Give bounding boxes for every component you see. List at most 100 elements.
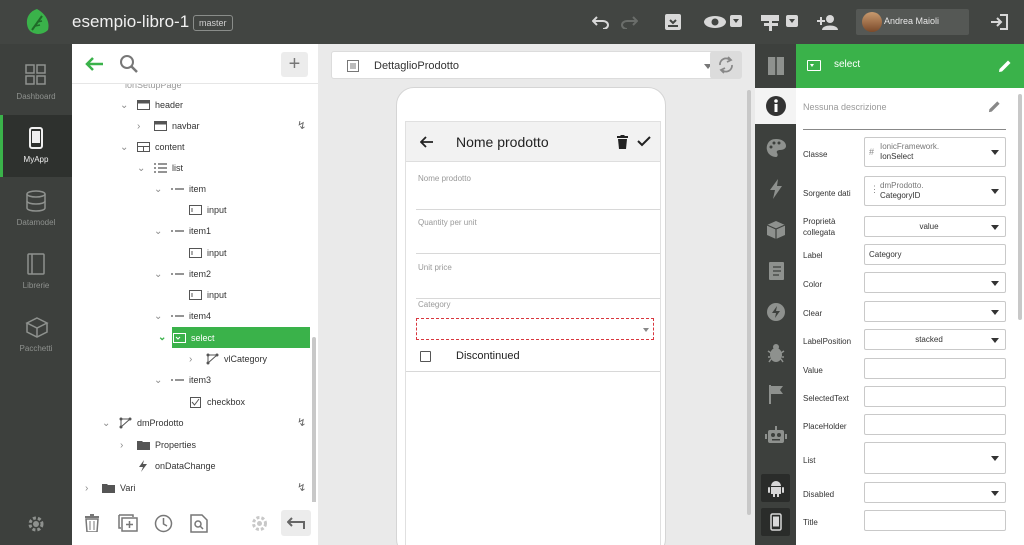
- tab-notes[interactable]: [755, 253, 796, 289]
- placeholder-input[interactable]: [864, 414, 1006, 435]
- tab-transitions[interactable]: [755, 294, 796, 330]
- designer-scrollbar[interactable]: [747, 90, 751, 515]
- nav-pacchetti[interactable]: Pacchetti: [0, 304, 72, 366]
- disabled-select[interactable]: [864, 482, 1006, 503]
- preview-dropdown-icon[interactable]: [730, 15, 742, 27]
- settings-gear-icon[interactable]: [26, 514, 46, 534]
- refresh-button[interactable]: [710, 51, 742, 79]
- add-item-icon[interactable]: [118, 514, 138, 532]
- deploy-signpost-icon[interactable]: [759, 11, 783, 33]
- settings-gear-icon[interactable]: [250, 514, 269, 533]
- preview-eye-icon[interactable]: [702, 11, 728, 33]
- tab-info[interactable]: [755, 88, 796, 124]
- tree-row-vlcategory[interactable]: › vlCategory: [189, 349, 267, 369]
- chevron-down-icon[interactable]: ⌄: [158, 332, 168, 343]
- chevron-down-icon[interactable]: ⌄: [154, 226, 164, 237]
- tree-row-vari[interactable]: › Vari: [85, 478, 135, 498]
- tree-row-checkbox[interactable]: checkbox: [172, 392, 245, 412]
- discontinued-row[interactable]: Discontinued: [406, 342, 660, 372]
- event-bolt-icon[interactable]: ↯: [297, 416, 306, 429]
- tree-row-input[interactable]: input: [172, 285, 227, 305]
- chevron-right-icon[interactable]: ›: [189, 354, 199, 365]
- description-placeholder[interactable]: Nessuna descrizione: [803, 102, 887, 112]
- tree-row-list[interactable]: ⌄ list: [137, 158, 183, 178]
- tree-row-input[interactable]: input: [172, 200, 227, 220]
- tree-row-dmprodotto[interactable]: ⌄ dmProdotto: [102, 413, 184, 433]
- chevron-right-icon[interactable]: ›: [137, 121, 147, 132]
- color-select[interactable]: [864, 272, 1006, 293]
- page-selector[interactable]: DettaglioProdotto: [331, 51, 721, 79]
- tree-row-item2[interactable]: ⌄ item2: [154, 264, 211, 284]
- save-icon[interactable]: [662, 11, 684, 33]
- delete-icon[interactable]: [617, 135, 628, 149]
- chevron-down-icon[interactable]: ⌄: [120, 100, 130, 111]
- selectedtext-input[interactable]: [864, 386, 1006, 407]
- tab-components[interactable]: [755, 212, 796, 248]
- tab-flags[interactable]: [755, 376, 796, 412]
- nav-datamodel[interactable]: Datamodel: [0, 178, 72, 240]
- sorgente-dati-select[interactable]: ⋮ dmProdotto. CategoryID: [864, 176, 1006, 206]
- field-category[interactable]: Category: [416, 300, 660, 344]
- title-input[interactable]: [864, 510, 1006, 531]
- chevron-down-icon[interactable]: ⌄: [154, 375, 164, 386]
- logout-icon[interactable]: [988, 11, 1010, 33]
- tree-row-item3[interactable]: ⌄ item3: [154, 370, 211, 390]
- add-user-icon[interactable]: [815, 11, 839, 33]
- tree-row-select[interactable]: ⌄ select: [158, 327, 310, 348]
- tab-bot[interactable]: [755, 417, 796, 453]
- undo-button[interactable]: [281, 510, 311, 536]
- event-bolt-icon[interactable]: ↯: [297, 119, 306, 132]
- tree-row-content[interactable]: ⌄ content: [120, 137, 185, 157]
- trash-icon[interactable]: [84, 514, 100, 532]
- chevron-down-icon[interactable]: ⌄: [154, 269, 164, 280]
- proprieta-collegata-select[interactable]: value: [864, 216, 1006, 237]
- tree-row-properties[interactable]: › Properties: [120, 435, 196, 455]
- chevron-down-icon[interactable]: ⌄: [102, 418, 112, 429]
- chevron-down-icon[interactable]: ⌄: [154, 184, 164, 195]
- tab-events[interactable]: [755, 171, 796, 207]
- label-input[interactable]: Category: [864, 244, 1006, 265]
- edit-pencil-icon[interactable]: [998, 59, 1012, 73]
- undo-icon[interactable]: [590, 11, 612, 33]
- tree-row-header[interactable]: ⌄ header: [120, 95, 183, 115]
- find-document-icon[interactable]: [190, 514, 208, 533]
- tab-documentation[interactable]: [755, 48, 796, 84]
- field-unit-price[interactable]: Unit price: [416, 255, 660, 299]
- tree-row-navbar[interactable]: › navbar: [137, 116, 200, 136]
- platform-phone-button[interactable]: [761, 508, 790, 536]
- tree-row-item1[interactable]: ⌄ item1: [154, 221, 211, 241]
- history-clock-icon[interactable]: [154, 514, 173, 533]
- properties-scrollbar[interactable]: [1018, 94, 1022, 320]
- chevron-down-icon[interactable]: ⌄: [154, 311, 164, 322]
- user-menu[interactable]: Andrea Maioli: [856, 9, 969, 35]
- tab-style[interactable]: [755, 130, 796, 166]
- confirm-check-icon[interactable]: [637, 136, 651, 147]
- tree-row[interactable]: ionSetupPage: [120, 84, 182, 95]
- category-select[interactable]: [416, 318, 654, 340]
- deploy-dropdown-icon[interactable]: [786, 15, 798, 27]
- labelposition-select[interactable]: stacked: [864, 329, 1006, 350]
- tree-row-item4[interactable]: ⌄ item4: [154, 306, 211, 326]
- list-select[interactable]: [864, 442, 1006, 474]
- chevron-right-icon[interactable]: ›: [120, 440, 130, 451]
- tree-row-input[interactable]: input: [172, 243, 227, 263]
- discontinued-checkbox[interactable]: [420, 351, 431, 362]
- redo-icon[interactable]: [618, 11, 640, 33]
- search-icon[interactable]: [119, 54, 139, 74]
- platform-android-button[interactable]: [761, 474, 790, 502]
- branch-badge[interactable]: master: [193, 15, 233, 31]
- clear-select[interactable]: [864, 301, 1006, 322]
- chevron-right-icon[interactable]: ›: [85, 483, 95, 494]
- nav-librerie[interactable]: Librerie: [0, 241, 72, 303]
- back-arrow-icon[interactable]: [420, 136, 434, 148]
- edit-description-icon[interactable]: [988, 100, 1001, 113]
- chevron-down-icon[interactable]: ⌄: [120, 142, 130, 153]
- nav-dashboard[interactable]: Dashboard: [0, 52, 72, 114]
- back-arrow-icon[interactable]: [84, 56, 104, 72]
- add-node-button[interactable]: +: [281, 52, 308, 77]
- classe-select[interactable]: # IonicFramework. IonSelect: [864, 137, 1006, 167]
- value-input[interactable]: [864, 358, 1006, 379]
- tree-row-ondatachange[interactable]: onDataChange: [120, 456, 216, 476]
- event-bolt-icon[interactable]: ↯: [297, 481, 306, 494]
- field-quantity[interactable]: Quantity per unit: [416, 210, 660, 254]
